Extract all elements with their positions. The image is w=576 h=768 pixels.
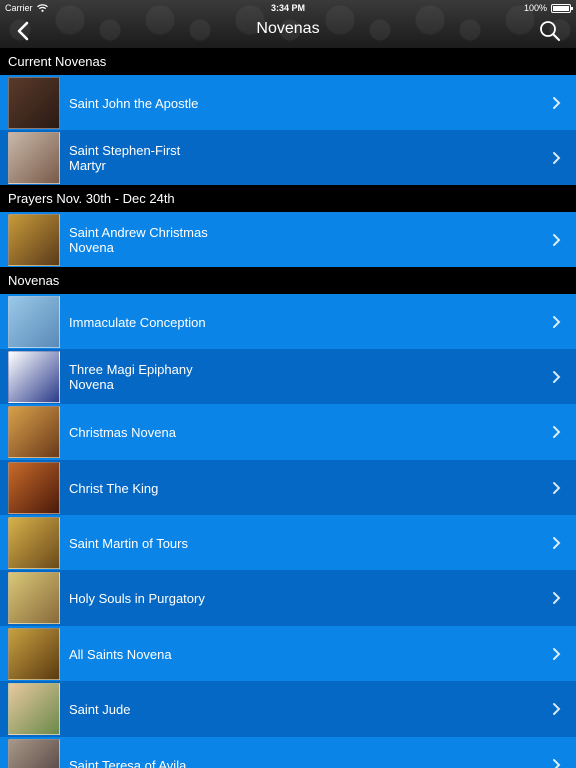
search-icon[interactable] [538,18,562,44]
list-item[interactable]: Three Magi Epiphany Novena [0,349,576,405]
list-item-label: Saint Teresa of Avila [69,758,187,768]
novena-image [8,572,60,624]
list-item[interactable]: Holy Souls in Purgatory [0,570,576,626]
chevron-right-icon [553,426,561,438]
navigation-bar: Carrier 3:34 PM 100% Novenas [0,0,576,48]
list-item-label: Three Magi Epiphany Novena [69,362,193,392]
list-item-label: All Saints Novena [69,647,172,662]
page-title: Novenas [256,20,320,37]
list-item-label: Saint Andrew Christmas Novena [69,225,208,255]
list-item-label: Saint Martin of Tours [69,536,188,551]
novena-image [8,77,60,129]
chevron-right-icon [553,703,561,715]
battery-percent: 100% [523,3,547,13]
novena-image [8,517,60,569]
list-item[interactable]: Christmas Novena [0,404,576,460]
chevron-right-icon [553,648,561,660]
chevron-right-icon [553,152,561,164]
list-item[interactable]: Christ The King [0,460,576,516]
novena-image [8,351,60,403]
novena-image [8,296,60,348]
list-item-label: Saint John the Apostle [69,96,199,111]
list-item-label: Saint Jude [69,702,131,717]
novena-image [8,739,60,768]
chevron-right-icon [553,371,561,383]
novena-image [8,406,60,458]
status-right: 100% [523,3,573,13]
list-item-label: Christmas Novena [69,425,176,440]
chevron-right-icon [553,482,561,494]
list-item[interactable]: Saint Teresa of Avila [0,737,576,768]
novena-image [8,628,60,680]
list-item-label: Holy Souls in Purgatory [69,591,205,606]
section-header: Current Novenas [0,48,576,75]
chevron-right-icon [553,97,561,109]
novena-image [8,462,60,514]
list-item-label: Christ The King [69,481,159,496]
chevron-right-icon [553,592,561,604]
status-time: 3:34 PM [270,3,305,13]
novena-image [8,683,60,735]
chevron-right-icon [553,234,561,246]
list-item[interactable]: Immaculate Conception [0,294,576,350]
novena-image [8,214,60,266]
list-item-label: Saint Stephen-First Martyr [69,143,181,173]
list-item[interactable]: Saint Andrew Christmas Novena [0,212,576,268]
novena-image [8,132,60,184]
chevron-right-icon [553,316,561,328]
list-item[interactable]: Saint John the Apostle [0,75,576,131]
section-header: Prayers Nov. 30th - Dec 24th [0,185,576,212]
chevron-right-icon [553,537,561,549]
list-item[interactable]: Saint Martin of Tours [0,515,576,571]
list-item[interactable]: Saint Stephen-First Martyr [0,130,576,186]
section-header: Novenas [0,267,576,294]
chevron-right-icon [553,759,561,768]
list-item[interactable]: Saint Jude [0,681,576,737]
list-item[interactable]: All Saints Novena [0,626,576,682]
status-bar: Carrier 3:34 PM 100% [0,0,576,16]
list-item-label: Immaculate Conception [69,315,206,330]
battery-icon [551,3,573,13]
